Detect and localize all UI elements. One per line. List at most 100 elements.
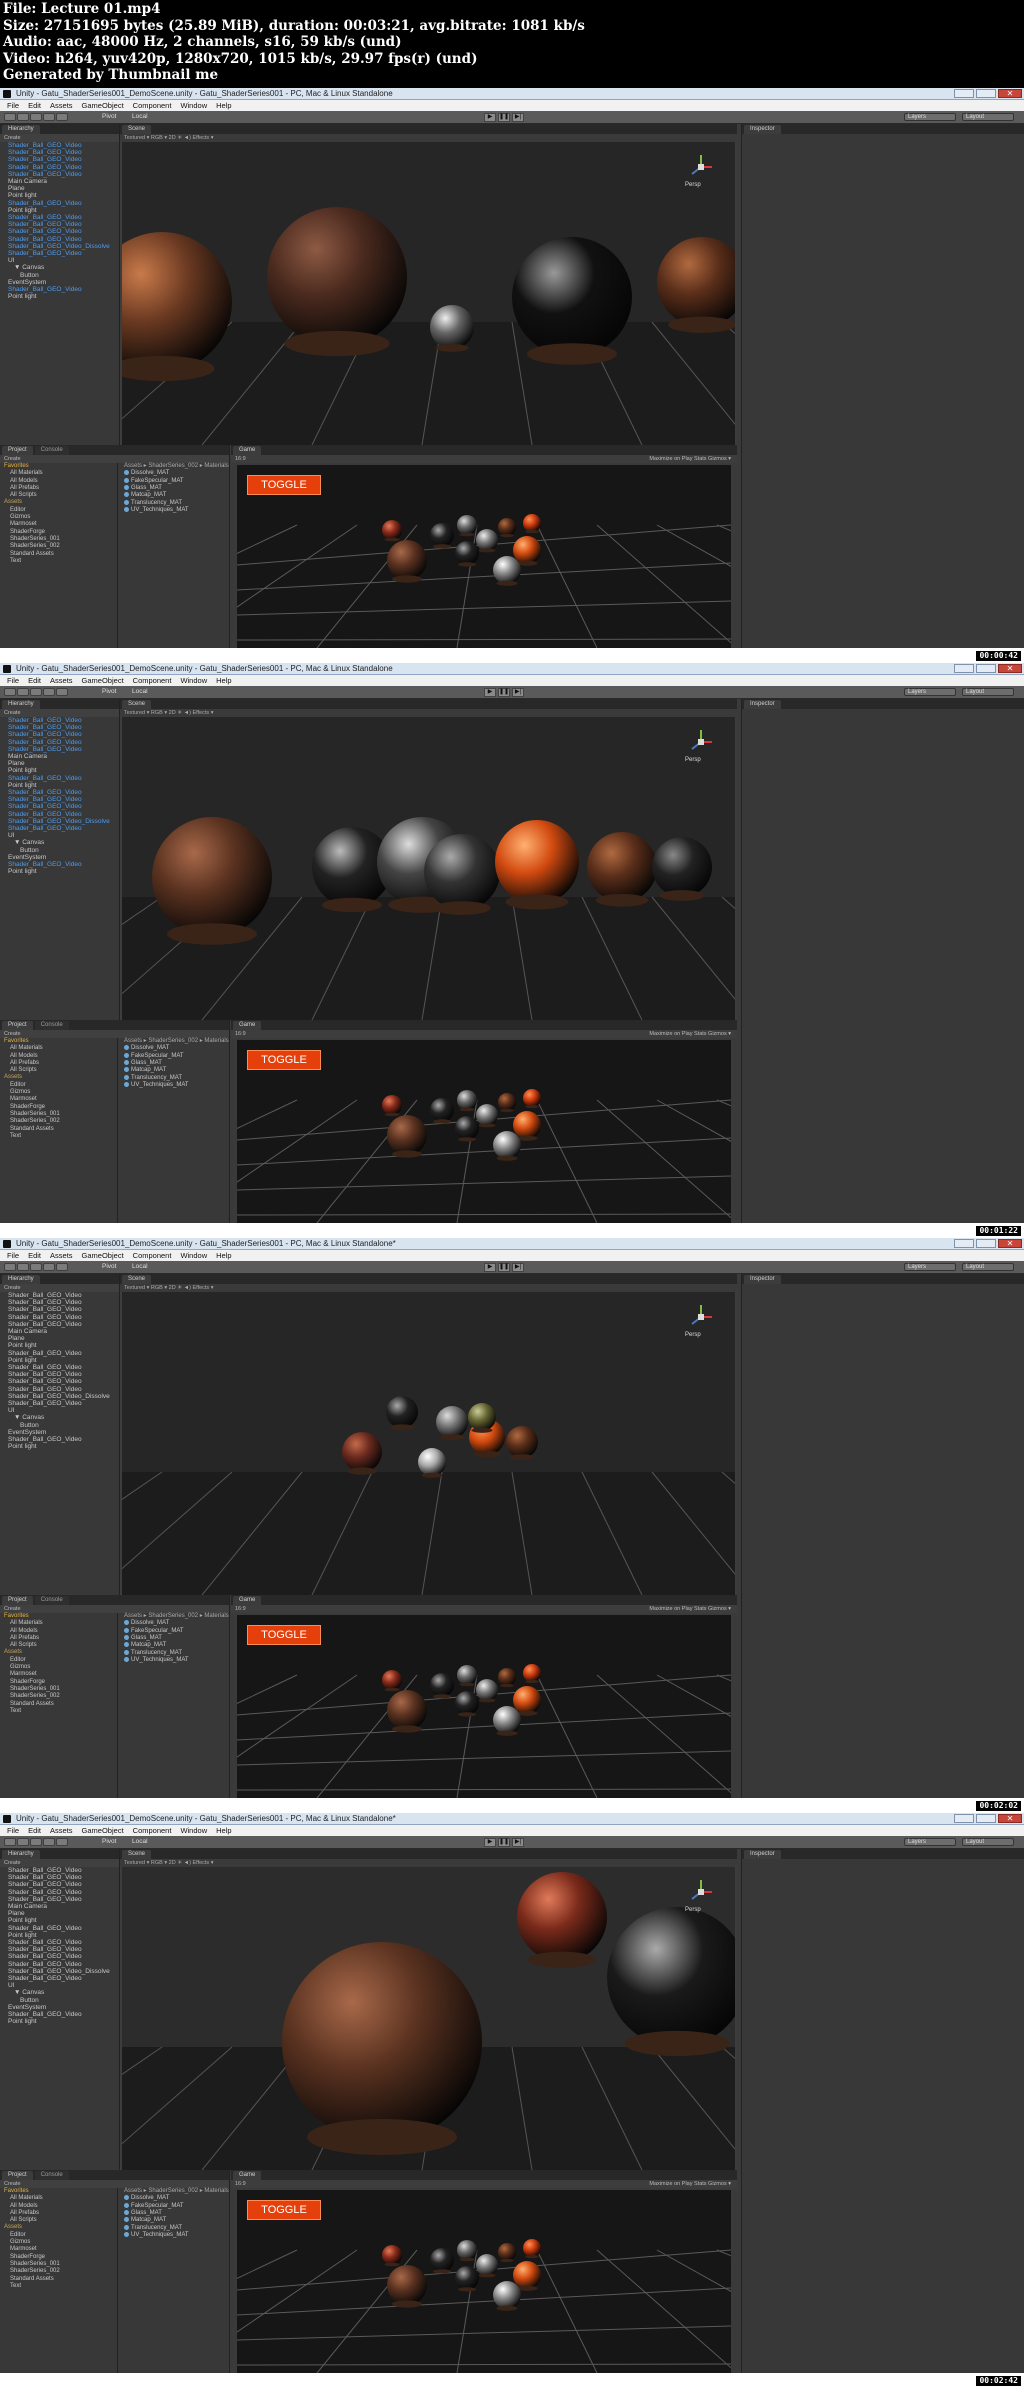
menu-item-component[interactable]: Component [133,100,172,111]
tab-console[interactable]: Console [34,446,69,455]
hierarchy-item[interactable]: Shader_Ball_GEO_Video [0,825,119,832]
play-button[interactable]: ▶ [484,688,496,697]
hierarchy-item[interactable]: Shader_Ball_GEO_Video [0,1953,119,1960]
project-folder-item[interactable]: ShaderSeries_001 [0,1111,117,1118]
toggle-button[interactable]: TOGGLE [247,1050,321,1070]
material-asset-item[interactable]: Dissolve_MAT [120,1620,230,1627]
menu-item-component[interactable]: Component [133,1825,172,1836]
menu-item-file[interactable]: File [7,1825,19,1836]
scene-viewport[interactable]: Persp [122,1867,735,2170]
play-button[interactable]: ▶ [484,1838,496,1847]
project-folder-item[interactable]: Gizmos [0,1089,117,1096]
project-folder-item[interactable]: ShaderForge [0,1104,117,1111]
layers-dropdown[interactable]: Layers [904,113,956,121]
hierarchy-item[interactable]: Shader_Ball_GEO_Video_Dissolve [0,243,119,250]
pause-button[interactable]: ❚❚ [498,1263,510,1272]
hierarchy-item[interactable]: Main Camera [0,1903,119,1910]
scene-gizmo[interactable]: Persp [685,152,715,188]
menu-item-file[interactable]: File [7,100,19,111]
menu-item-edit[interactable]: Edit [28,1825,41,1836]
project-folder-item[interactable]: ShaderForge [0,1679,117,1686]
maximize-button[interactable] [976,1814,996,1823]
project-create-dropdown[interactable]: Create [0,2180,229,2188]
project-folder-item[interactable]: ShaderForge [0,2254,117,2261]
tab-project[interactable]: Project [2,2171,33,2180]
project-folder-item[interactable]: All Materials [0,1045,117,1052]
hierarchy-item[interactable]: Shader_Ball_GEO_Video [0,1299,119,1306]
hierarchy-item[interactable]: Shader_Ball_GEO_Video_Dissolve [0,1968,119,1975]
pivot-toggle[interactable]: Pivot [102,687,116,697]
tab-hierarchy[interactable]: Hierarchy [2,1850,40,1859]
hand-tool-button[interactable] [4,113,16,121]
local-toggle[interactable]: Local [132,1837,148,1847]
hierarchy-item[interactable]: Shader_Ball_GEO_Video [0,228,119,235]
project-folder-item[interactable]: All Scripts [0,2217,117,2224]
project-folder-item[interactable]: Marmoset [0,1671,117,1678]
pivot-toggle[interactable]: Pivot [102,112,116,122]
material-asset-item[interactable]: Glass_MAT [120,485,230,492]
tab-scene[interactable]: Scene [122,1850,152,1859]
hierarchy-item[interactable]: Plane [0,1335,119,1342]
layout-dropdown[interactable]: Layout [962,688,1014,696]
menu-item-assets[interactable]: Assets [50,1250,73,1261]
tab-inspector[interactable]: Inspector [744,125,781,134]
project-folder-item[interactable]: Text [0,2283,117,2290]
material-asset-item[interactable]: UV_Techniques_MAT [120,507,230,514]
hierarchy-item[interactable]: Point light [0,2018,119,2025]
hierarchy-item[interactable]: Shader_Ball_GEO_Video [0,1874,119,1881]
menu-item-window[interactable]: Window [180,1825,207,1836]
maximize-button[interactable] [976,1239,996,1248]
hierarchy-item[interactable]: Main Camera [0,1328,119,1335]
project-folder-item[interactable]: All Prefabs [0,1635,117,1642]
pivot-toggle[interactable]: Pivot [102,1262,116,1272]
hierarchy-item[interactable]: Main Camera [0,178,119,185]
menu-item-file[interactable]: File [7,675,19,686]
material-asset-item[interactable]: Glass_MAT [120,2210,230,2217]
hierarchy-item[interactable]: Main Camera [0,753,119,760]
hierarchy-item[interactable]: Shader_Ball_GEO_Video [0,250,119,257]
project-folder-item[interactable]: All Models [0,2203,117,2210]
move-tool-button[interactable] [17,113,29,121]
aspect-dropdown[interactable]: 16:9 [235,1606,246,1612]
layers-dropdown[interactable]: Layers [904,1263,956,1271]
hierarchy-item[interactable]: Shader_Ball_GEO_Video [0,1386,119,1393]
hierarchy-item[interactable]: Shader_Ball_GEO_Video [0,2011,119,2018]
project-folder-item[interactable]: All Models [0,1628,117,1635]
scene-viewport[interactable]: Persp [122,1292,735,1595]
project-folder-item[interactable]: Standard Assets [0,1126,117,1133]
menu-item-help[interactable]: Help [216,1250,231,1261]
layers-dropdown[interactable]: Layers [904,688,956,696]
rect-tool-button[interactable] [56,113,68,121]
hierarchy-item[interactable]: Shader_Ball_GEO_Video [0,171,119,178]
hierarchy-item[interactable]: Button [0,1422,119,1429]
menu-item-window[interactable]: Window [180,1250,207,1261]
tab-game[interactable]: Game [233,1596,262,1605]
project-folder-item[interactable]: Gizmos [0,1664,117,1671]
project-folder-item[interactable]: All Scripts [0,1067,117,1074]
hierarchy-item[interactable]: Point light [0,868,119,875]
hierarchy-create-dropdown[interactable]: Create [0,709,119,717]
project-folder-item[interactable]: ShaderForge [0,529,117,536]
tab-scene[interactable]: Scene [122,125,152,134]
material-asset-item[interactable]: Translucency_MAT [120,2224,230,2232]
material-asset-item[interactable]: FakeSpecular_MAT [120,2202,230,2210]
toggle-button[interactable]: TOGGLE [247,2200,321,2220]
project-folder-item[interactable]: All Scripts [0,492,117,499]
material-asset-item[interactable]: UV_Techniques_MAT [120,2232,230,2239]
project-folder-item[interactable]: Text [0,1133,117,1140]
hierarchy-item[interactable]: Shader_Ball_GEO_Video_Dissolve [0,818,119,825]
project-folder-item[interactable]: Text [0,1708,117,1715]
tab-game[interactable]: Game [233,1021,262,1030]
project-folder-item[interactable]: ShaderSeries_001 [0,1686,117,1693]
hierarchy-item[interactable]: Shader_Ball_GEO_Video [0,1350,119,1357]
menu-item-gameobject[interactable]: GameObject [82,675,124,686]
hierarchy-item[interactable]: Shader_Ball_GEO_Video [0,1378,119,1385]
project-folder-item[interactable]: Text [0,558,117,565]
hierarchy-item[interactable]: Shader_Ball_GEO_Video [0,775,119,782]
project-folder-item[interactable]: All Materials [0,2195,117,2202]
project-folder-item[interactable]: ShaderSeries_002 [0,1693,117,1700]
hierarchy-item[interactable]: Shader_Ball_GEO_Video [0,200,119,207]
hierarchy-item[interactable]: Button [0,1997,119,2004]
hierarchy-item[interactable]: UI [0,832,119,839]
hierarchy-item[interactable]: Point light [0,1443,119,1450]
